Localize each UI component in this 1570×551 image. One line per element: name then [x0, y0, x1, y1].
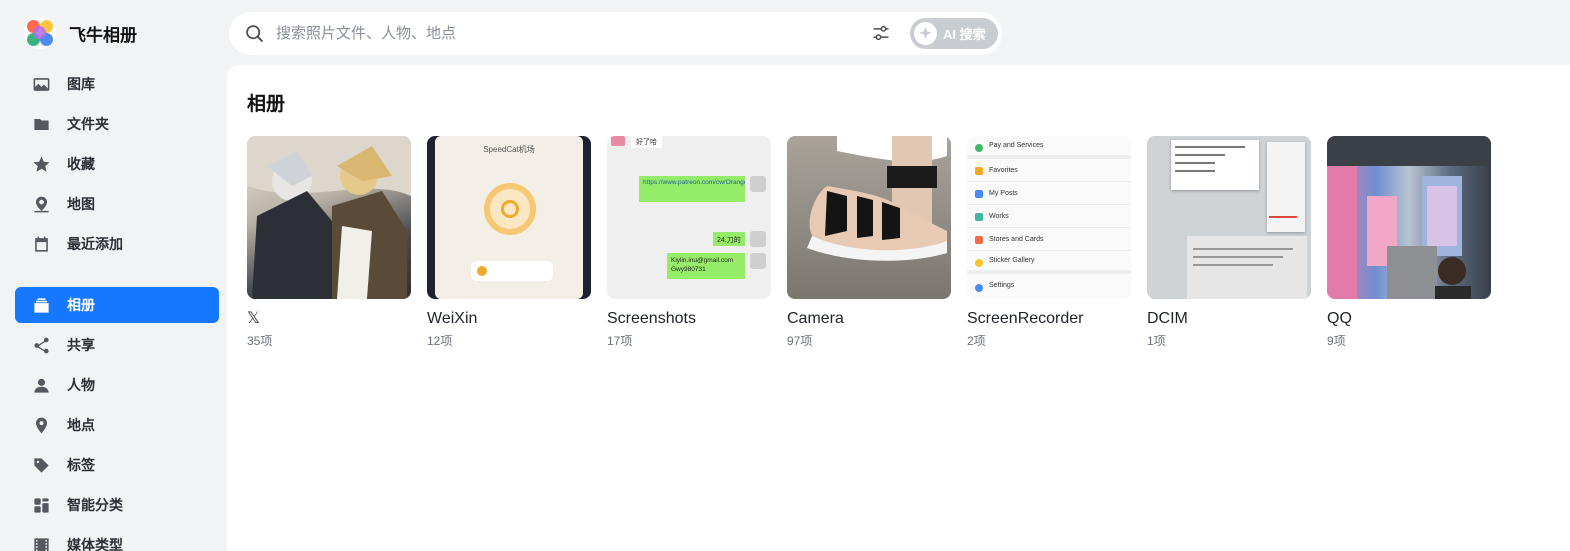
sidebar-nav-primary: 图库 文件夹 收藏 地图 最近添加 [15, 66, 219, 266]
album-card[interactable]: Pay and Services Favorites My Posts Work… [967, 136, 1131, 349]
album-card[interactable]: QQ 9项 [1327, 136, 1491, 349]
album-name: ScreenRecorder [967, 310, 1084, 327]
sparkle-icon [914, 22, 937, 45]
thumb-chat-text: 好了哈 [631, 136, 662, 148]
album-thumbnail [247, 136, 411, 299]
share-icon [31, 335, 51, 355]
search-icon [246, 25, 263, 42]
filter-settings-icon[interactable] [871, 23, 891, 43]
thumb-caption: SpeedCat机场 [483, 145, 535, 154]
sidebar-item-label: 智能分类 [67, 497, 123, 513]
sidebar-nav-secondary: 相册 共享 人物 地点 标签 智能分类 媒体类型 [15, 287, 219, 551]
grid-icon [31, 495, 51, 515]
main-content: 相册 𝕏 35项 SpeedCat机场 WeiXin 12项 好了哈 https… [227, 65, 1570, 551]
sidebar-item-label: 图库 [67, 76, 95, 92]
album-count: 12项 [427, 334, 453, 348]
sidebar-item-gallery[interactable]: 图库 [15, 66, 219, 102]
thumb-row: Settings [989, 282, 1015, 289]
sidebar-item-media-types[interactable]: 媒体类型 [15, 527, 219, 551]
album-count: 9项 [1327, 334, 1346, 348]
sidebar-item-tags[interactable]: 标签 [15, 447, 219, 483]
album-name: DCIM [1147, 310, 1188, 327]
album-thumbnail [1327, 136, 1491, 299]
sidebar-item-recent[interactable]: 最近添加 [15, 226, 219, 262]
sidebar-item-label: 媒体类型 [67, 537, 123, 551]
person-icon [31, 375, 51, 395]
album-thumbnail: Pay and Services Favorites My Posts Work… [967, 136, 1131, 299]
thumb-row: Stores and Cards [967, 228, 1131, 251]
album-count: 17项 [607, 334, 633, 348]
album-card[interactable]: Camera 97项 [787, 136, 951, 349]
album-card[interactable]: DCIM 1项 [1147, 136, 1311, 349]
film-icon [31, 535, 51, 551]
album-thumbnail: 好了哈 https://www.patreon.com/cw/OrangeIce… [607, 136, 771, 299]
app-window: 飞牛相册 图库 文件夹 收藏 地图 最近添加 相册 共享 人物 地点 标签 智能… [0, 0, 1570, 551]
app-logo-icon [24, 17, 56, 49]
sidebar-item-label: 标签 [67, 457, 95, 473]
sidebar-item-label: 收藏 [67, 156, 95, 172]
sidebar-item-label: 最近添加 [67, 236, 123, 252]
album-count: 1项 [1147, 334, 1166, 348]
album-thumbnail: SpeedCat机场 [427, 136, 591, 299]
album-icon [31, 295, 51, 315]
sidebar-item-label: 地图 [67, 196, 95, 212]
thumb-row: Sticker Gallery [967, 251, 1131, 274]
folder-icon [31, 114, 51, 134]
location-icon [31, 415, 51, 435]
sidebar-item-label: 人物 [67, 377, 95, 393]
thumb-chat-amount: 24.刀的 [713, 232, 745, 246]
thumb-row: Works [967, 205, 1131, 228]
sidebar-item-label: 相册 [67, 297, 95, 313]
map-pin-icon [31, 194, 51, 214]
album-count: 2项 [967, 334, 986, 348]
sidebar-item-smart-categories[interactable]: 智能分类 [15, 487, 219, 523]
album-grid: 𝕏 35项 SpeedCat机场 WeiXin 12项 好了哈 https://… [247, 136, 1507, 349]
album-count: 97项 [787, 334, 813, 348]
tag-icon [31, 455, 51, 475]
album-card[interactable]: SpeedCat机场 WeiXin 12项 [427, 136, 591, 349]
album-name: Screenshots [607, 310, 696, 327]
sidebar-item-share[interactable]: 共享 [15, 327, 219, 363]
sidebar-item-places[interactable]: 地点 [15, 407, 219, 443]
calendar-icon [31, 234, 51, 254]
album-card[interactable]: 𝕏 35项 [247, 136, 411, 349]
sidebar: 飞牛相册 图库 文件夹 收藏 地图 最近添加 相册 共享 人物 地点 标签 智能… [0, 0, 226, 551]
app-name: 飞牛相册 [69, 25, 137, 45]
album-card[interactable]: 好了哈 https://www.patreon.com/cw/OrangeIce… [607, 136, 771, 349]
thumb-row: Pay and Services [967, 136, 1131, 159]
album-name: QQ [1327, 310, 1352, 327]
thumb-row: Favorites [967, 159, 1131, 182]
sidebar-item-folders[interactable]: 文件夹 [15, 106, 219, 142]
search-input[interactable] [276, 20, 836, 46]
album-name: WeiXin [427, 310, 478, 327]
sidebar-item-favorites[interactable]: 收藏 [15, 146, 219, 182]
ai-search-label: AI 搜索 [943, 27, 986, 42]
thumb-settings-list: Pay and Services Favorites My Posts Work… [967, 136, 1131, 297]
sidebar-item-people[interactable]: 人物 [15, 367, 219, 403]
sidebar-item-map[interactable]: 地图 [15, 186, 219, 222]
sidebar-item-label: 共享 [67, 337, 95, 353]
thumb-chat-link: https://www.patreon.com/cw/OrangeIceCrea… [639, 176, 745, 202]
star-icon [31, 154, 51, 174]
album-thumbnail [1147, 136, 1311, 299]
sidebar-item-label: 地点 [67, 417, 95, 433]
thumb-chat-email: Kiylin.inu@gmail.com Gwy980731 [667, 253, 745, 279]
album-count: 35项 [247, 334, 273, 348]
thumb-row: My Posts [967, 182, 1131, 205]
sidebar-item-label: 文件夹 [67, 116, 109, 132]
image-icon [31, 74, 51, 94]
album-thumbnail [787, 136, 951, 299]
ai-search-button[interactable]: AI 搜索 [910, 18, 998, 49]
album-name: Camera [787, 310, 844, 327]
album-name: 𝕏 [247, 310, 260, 327]
brand[interactable]: 飞牛相册 [24, 17, 137, 49]
sidebar-item-albums[interactable]: 相册 [15, 287, 219, 323]
page-title: 相册 [247, 94, 286, 115]
